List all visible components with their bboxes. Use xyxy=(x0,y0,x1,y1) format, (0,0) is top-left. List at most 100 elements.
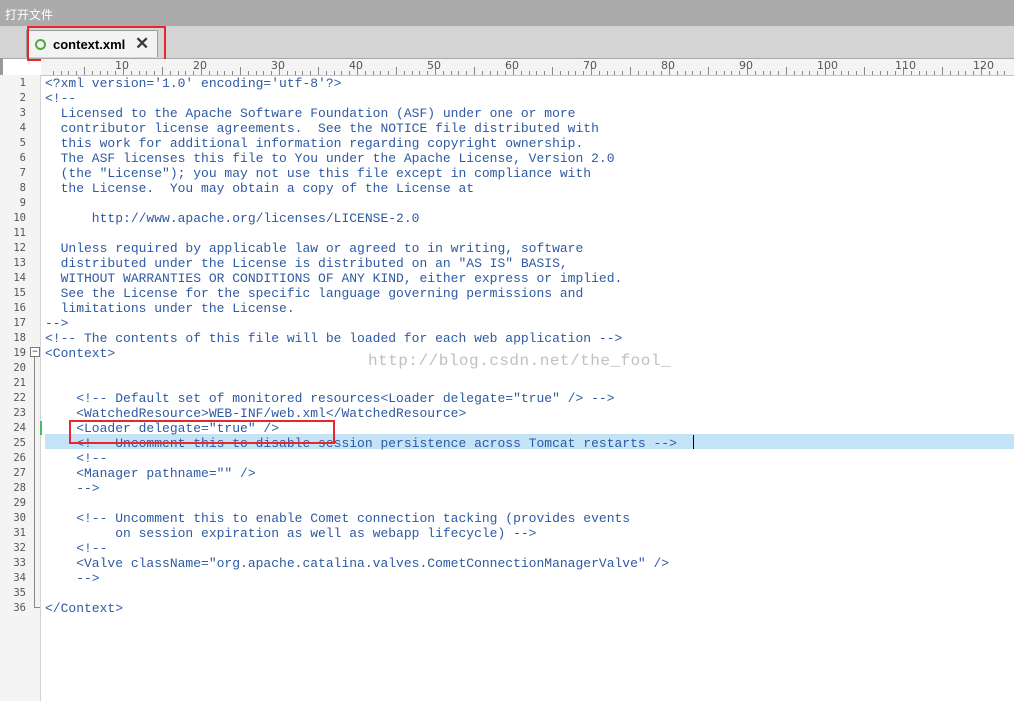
ruler-tick xyxy=(364,71,366,75)
ruler-tick xyxy=(809,71,811,75)
ruler-tick xyxy=(536,71,538,75)
ruler-tick xyxy=(286,71,288,75)
ruler-tick xyxy=(458,71,460,75)
line-number: 8 xyxy=(19,182,26,194)
ruler-tick xyxy=(240,67,241,75)
ruler-label: 10 xyxy=(115,59,129,72)
ruler-tick xyxy=(489,71,491,75)
code-line: the License. You may obtain a copy of th… xyxy=(45,181,475,196)
ruler-tick xyxy=(146,71,148,75)
ruler-tick xyxy=(653,71,655,75)
line-number: 25 xyxy=(13,437,26,449)
line-number: 17 xyxy=(13,317,26,329)
ruler-tick xyxy=(216,71,218,75)
ruler-tick xyxy=(731,71,733,75)
ruler-tick xyxy=(255,71,257,75)
line-number: 35 xyxy=(13,587,26,599)
tab-label: context.xml xyxy=(53,37,126,52)
ruler-tick xyxy=(294,71,296,75)
line-number: 24 xyxy=(13,422,26,434)
ruler-tick xyxy=(575,71,577,75)
watermark-text: http://blog.csdn.net/the_fool_ xyxy=(368,352,672,370)
ruler-tick xyxy=(778,71,780,75)
line-number: 19 xyxy=(13,347,26,359)
ruler-tick xyxy=(544,71,546,75)
line-number: 12 xyxy=(13,242,26,254)
code-line: See the License for the specific languag… xyxy=(45,286,584,301)
code-line: <?xml version='1.0' encoding='utf-8'?> xyxy=(45,76,342,91)
ruler-tick xyxy=(957,71,959,75)
ruler-label: 110 xyxy=(895,59,916,72)
code-line: The ASF licenses this file to You under … xyxy=(45,151,615,166)
ruler-tick xyxy=(871,71,873,75)
ruler-tick xyxy=(310,71,312,75)
code-line: (the "License"); you may not use this fi… xyxy=(45,166,592,181)
ruler-tick xyxy=(76,71,78,75)
ruler-label: 60 xyxy=(505,59,519,72)
ruler-tick xyxy=(848,71,850,75)
ruler-tick xyxy=(138,71,140,75)
ruler-tick xyxy=(879,71,881,75)
tab-context-xml[interactable]: context.xml ✕ xyxy=(26,30,158,57)
line-number: 33 xyxy=(13,557,26,569)
code-editor[interactable]: <?xml version='1.0' encoding='utf-8'?> <!… xyxy=(45,76,1014,701)
modified-line-marker xyxy=(40,421,42,435)
ruler-tick xyxy=(263,71,265,75)
line-number: 36 xyxy=(13,602,26,614)
code-line: <!-- Default set of monitored resources<… xyxy=(45,391,615,406)
ruler-tick xyxy=(154,71,156,75)
code-line: this work for additional information reg… xyxy=(45,136,584,151)
code-line: http://www.apache.org/licenses/LICENSE-2… xyxy=(45,211,420,226)
close-icon[interactable]: ✕ xyxy=(135,34,149,54)
ruler-label: 100 xyxy=(817,59,838,72)
line-number: 21 xyxy=(13,377,26,389)
ruler-label: 120 xyxy=(973,59,994,72)
ruler-tick xyxy=(60,71,62,75)
ruler-tick xyxy=(403,71,405,75)
ruler-tick xyxy=(754,71,756,75)
ruler-tick xyxy=(341,71,343,75)
ruler-tick xyxy=(684,71,686,75)
ruler-label: 50 xyxy=(427,59,441,72)
text-cursor xyxy=(693,435,694,449)
fold-toggle-icon[interactable]: − xyxy=(30,347,40,357)
ruler-tick xyxy=(419,71,421,75)
line-number: 13 xyxy=(13,257,26,269)
code-line: limitations under the License. xyxy=(45,301,295,316)
ruler-tick xyxy=(708,67,709,75)
line-number: 16 xyxy=(13,302,26,314)
ruler-tick xyxy=(302,71,304,75)
ruler-tick xyxy=(107,71,109,75)
ruler-tick xyxy=(372,71,374,75)
ruler-tick xyxy=(840,71,842,75)
ruler-tick xyxy=(918,71,920,75)
ruler-tick xyxy=(247,71,249,75)
ruler-label: 80 xyxy=(661,59,675,72)
ruler-tick xyxy=(996,71,998,75)
code-line: --> xyxy=(45,316,69,331)
ruler-tick xyxy=(442,71,444,75)
ruler-tick xyxy=(481,71,483,75)
code-line: on session expiration as well as webapp … xyxy=(45,526,537,541)
ruler-tick xyxy=(84,67,85,75)
ruler-tick xyxy=(396,67,397,75)
line-number: 29 xyxy=(13,497,26,509)
ruler-tick xyxy=(786,67,787,75)
ruler-tick xyxy=(676,71,678,75)
ruler-tick xyxy=(177,71,179,75)
ruler-tick xyxy=(68,71,70,75)
ruler-tick xyxy=(887,71,889,75)
code-line: Licensed to the Apache Software Foundati… xyxy=(45,106,576,121)
ruler-label: 90 xyxy=(739,59,753,72)
line-number: 7 xyxy=(19,167,26,179)
ruler-tick xyxy=(934,71,936,75)
line-number: 1 xyxy=(19,77,26,89)
code-line: --> xyxy=(45,481,100,496)
code-line: <Manager pathname="" /> xyxy=(45,466,256,481)
ruler-tick xyxy=(864,67,865,75)
ruler-tick xyxy=(52,71,54,75)
ruler-tick xyxy=(700,71,702,75)
code-line: <!-- xyxy=(45,541,108,556)
line-number: 11 xyxy=(13,227,26,239)
ruler-tick xyxy=(1004,71,1006,75)
